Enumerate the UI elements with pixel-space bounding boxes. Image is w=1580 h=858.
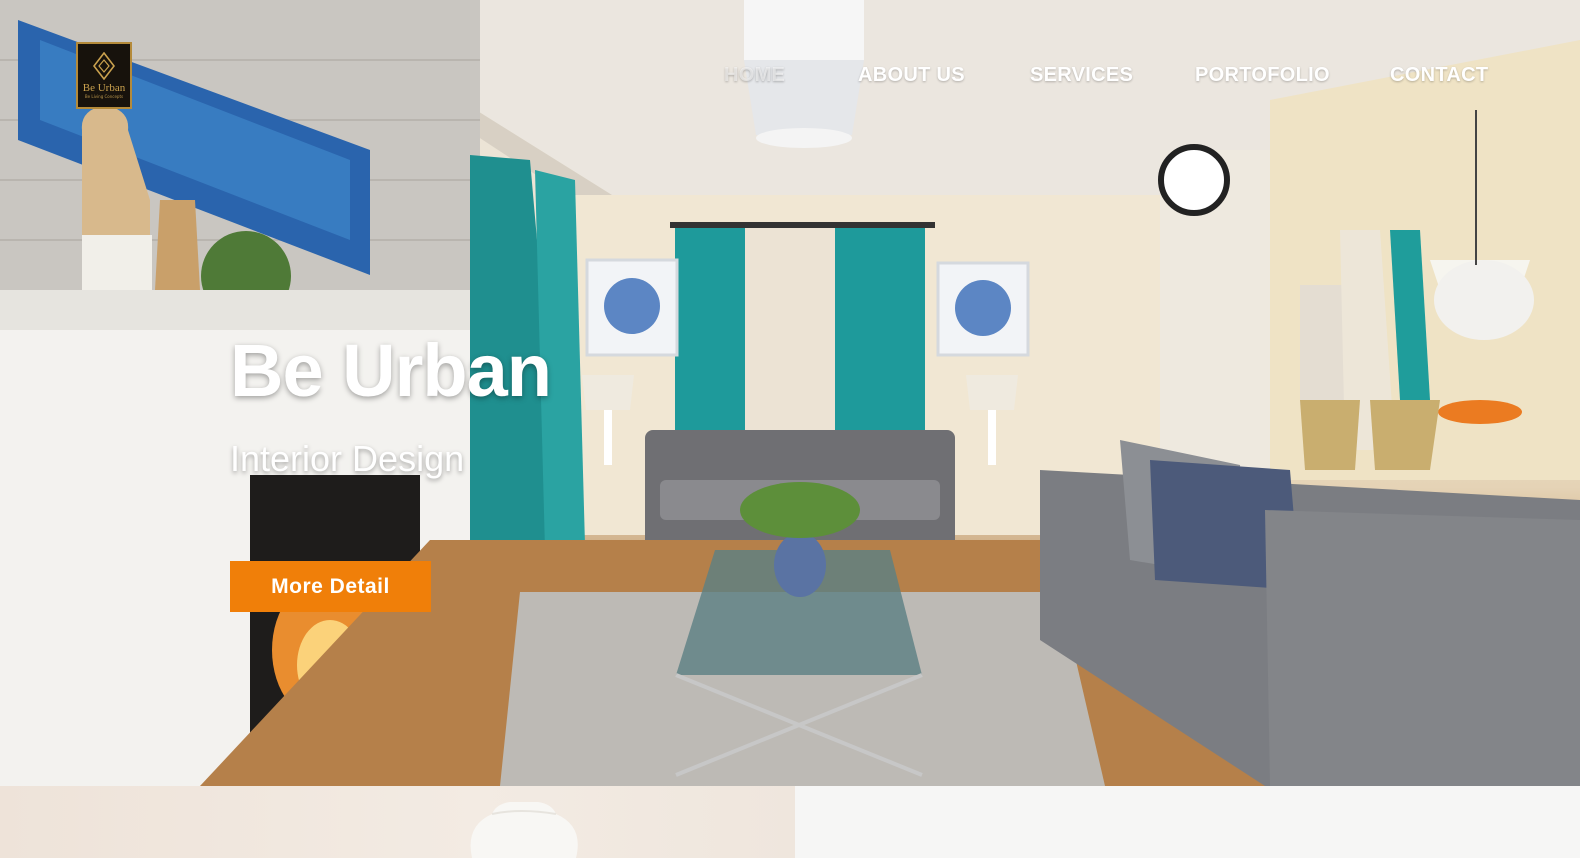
- content-panel: [795, 786, 1580, 858]
- hero-subtitle: Interior Design: [230, 438, 465, 479]
- nav-item-portofolio[interactable]: PORTOFOLIO: [1195, 64, 1330, 87]
- vase-image: [470, 802, 578, 858]
- nav-item-contact[interactable]: CONTACT: [1390, 64, 1488, 87]
- nav-item-services[interactable]: SERVICES: [1030, 64, 1133, 87]
- nav-item-home[interactable]: HOME: [724, 64, 785, 87]
- more-detail-button[interactable]: More Detail: [230, 561, 431, 612]
- nav-item-about-us[interactable]: ABOUT US: [858, 64, 965, 87]
- logo-tagline: Be Living Concepts: [84, 94, 124, 99]
- hero-section: Be Urban Be Living Concepts HOME ABOUT U…: [0, 0, 1580, 786]
- featured-image-panel: [0, 786, 795, 858]
- main-navigation: HOME ABOUT US SERVICES PORTOFOLIO CONTAC…: [0, 64, 1580, 94]
- page: Be Urban Be Living Concepts HOME ABOUT U…: [0, 0, 1580, 858]
- hero-title: Be Urban: [230, 329, 552, 412]
